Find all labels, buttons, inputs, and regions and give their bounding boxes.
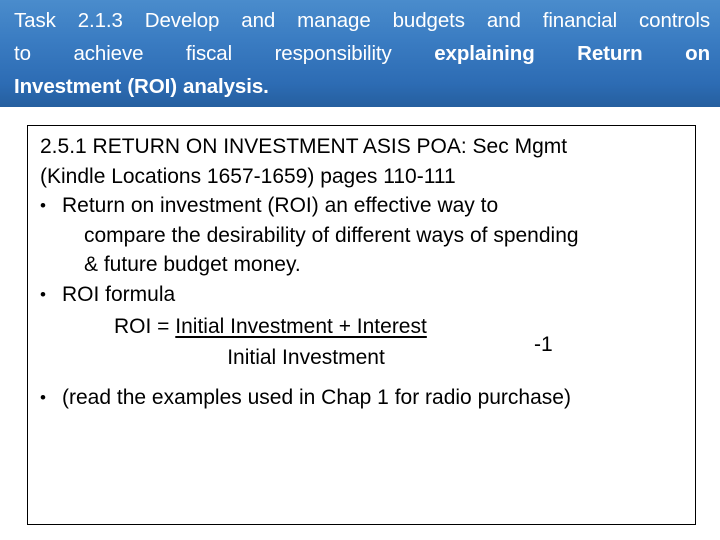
list-item-label: ROI formula — [62, 282, 176, 306]
slide-content-box: 2.5.1 RETURN ON INVESTMENT ASIS POA: Sec… — [27, 125, 696, 525]
bullet-icon: • — [40, 284, 46, 304]
header-line-2-bold: explaining Return on — [434, 42, 710, 65]
list-item: • (read the examples used in Chap 1 for … — [36, 383, 687, 413]
list-item-continuation: & future budget money. — [84, 253, 301, 276]
bullet-icon: • — [40, 388, 46, 407]
content-heading-line-1: 2.5.1 RETURN ON INVESTMENT ASIS POA: Sec… — [40, 135, 568, 158]
list-item: • ROI formula — [36, 280, 687, 310]
header-line-2-normal: to achieve fiscal responsibility — [14, 42, 435, 65]
roi-formula: ROI = Initial Investment + Interest -1 I… — [36, 311, 687, 383]
page-title: Task 2.1.3 Develop and manage budgets an… — [14, 4, 710, 103]
slide-header-banner: Task 2.1.3 Develop and manage budgets an… — [0, 0, 720, 107]
header-line-3-bold: Investment (ROI) analysis. — [14, 75, 269, 98]
header-line-1: Task 2.1.3 Develop and manage budgets an… — [14, 9, 710, 32]
formula-suffix: -1 — [534, 333, 553, 356]
formula-top-row: ROI = Initial Investment + Interest — [36, 311, 687, 343]
formula-denominator: Initial Investment — [227, 346, 385, 369]
list-item: • Return on investment (ROI) an effectiv… — [36, 191, 687, 221]
content-heading-line-2: (Kindle Locations 1657-1659) pages 110-1… — [40, 164, 456, 188]
list-item-continuation: compare the desirability of different wa… — [84, 223, 579, 247]
list-item-label: (read the examples used in Chap 1 for ra… — [62, 386, 571, 409]
bullet-icon: • — [40, 196, 46, 215]
formula-left-hand-side: ROI = — [114, 315, 176, 338]
list-item-label: Return on investment (ROI) an effective … — [62, 194, 499, 217]
formula-numerator: Initial Investment + Interest — [175, 315, 427, 338]
